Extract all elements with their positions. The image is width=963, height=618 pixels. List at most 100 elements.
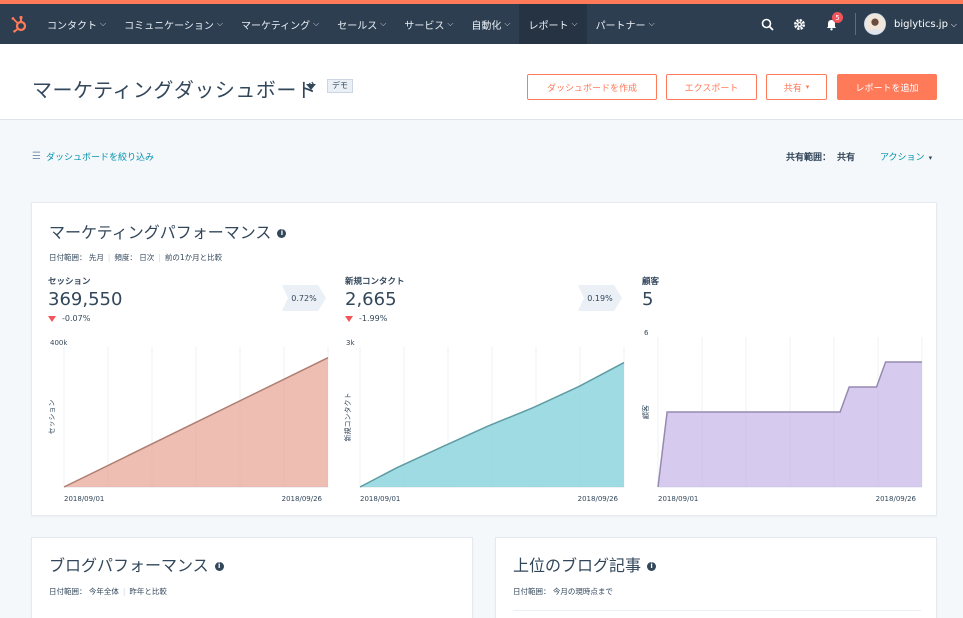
nav-item-conversations[interactable]: コミュニケーション ⌵: [115, 4, 232, 44]
dashboard-switch-caret-icon[interactable]: [306, 84, 316, 90]
search-icon[interactable]: [751, 4, 783, 44]
nav-item-contacts[interactable]: コンタクト ⌵: [38, 4, 115, 44]
meta-frequency: 頻度： 日次: [114, 253, 155, 262]
share-button[interactable]: 共有 ▾: [766, 74, 827, 100]
chevron-down-icon: ⌵: [100, 19, 107, 28]
conversion-rate-value: 0.19%: [587, 293, 613, 303]
page-title[interactable]: マーケティングダッシュボード: [32, 74, 317, 103]
filter-dashboard-label: ダッシュボードを絞り込み: [45, 153, 154, 163]
info-icon[interactable]: i: [214, 562, 224, 571]
nav-item-label: 自動化: [471, 20, 502, 32]
avatar[interactable]: [864, 13, 887, 35]
x-tick-label: 2018/09/26: [876, 495, 917, 503]
info-icon[interactable]: i: [277, 229, 287, 238]
sprocket-logo-icon[interactable]: [0, 4, 38, 44]
dashboard-header: マーケティングダッシュボード デモ ダッシュボードを作成 エクスポート 共有 ▾ …: [0, 44, 963, 120]
chevron-down-icon: ⌵: [380, 19, 387, 28]
conversion-rate-chip: 0.19%: [578, 285, 622, 311]
card-meta: 日付範囲： 今月の現時点まで: [513, 586, 613, 597]
nav-item-label: セールス: [337, 20, 378, 32]
nav-item-label: コミュニケーション: [124, 20, 214, 32]
meta-compare: 昨年と比較: [129, 587, 167, 596]
info-icon[interactable]: i: [647, 562, 657, 571]
export-button[interactable]: エクスポート: [666, 74, 757, 100]
nav-item-reports[interactable]: レポート ⌵: [519, 4, 587, 44]
nav-item-label: コンタクト: [47, 20, 97, 32]
nav-divider: [855, 13, 857, 35]
table-header-divider: [513, 610, 921, 611]
blog-performance-card: ブログパフォーマンス i 日付範囲： 今年全体 | 昨年と比較: [31, 537, 473, 618]
chevron-down-icon: ⌵: [571, 19, 578, 28]
card-title: 上位のブログ記事 i: [513, 552, 657, 576]
kpi-label: 顧客: [642, 277, 660, 287]
chevron-down-icon: ⌵: [447, 19, 454, 28]
chevron-down-icon: ⌵: [504, 19, 511, 28]
kpi-value: 2,665: [345, 289, 397, 310]
nav-item-partner[interactable]: パートナー ⌵: [587, 4, 664, 44]
bell-icon[interactable]: 5: [815, 4, 847, 44]
meta-date-range: 日付範囲： 先月: [49, 253, 104, 262]
card-title-text: 上位のブログ記事: [513, 556, 642, 575]
y-tick-label: 6: [644, 329, 649, 337]
nav-item-marketing[interactable]: マーケティング ⌵: [232, 4, 328, 44]
actions-dropdown[interactable]: アクション ▾: [880, 150, 932, 163]
y-axis-label: セッション: [48, 400, 56, 435]
x-tick-label: 2018/09/01: [360, 495, 400, 503]
add-report-button[interactable]: レポートを追加: [837, 74, 937, 100]
trend-down-icon: [345, 315, 353, 322]
y-tick-label: 400k: [50, 339, 68, 347]
caret-down-icon: ▾: [928, 154, 933, 162]
y-tick-label: 3k: [346, 339, 355, 347]
filter-sliders-icon: ☰: [32, 151, 41, 162]
kpi-delta-value: -1.99%: [359, 314, 388, 323]
chevron-down-icon: ⌵: [216, 19, 223, 28]
kpi-delta: -1.99%: [345, 314, 405, 323]
demo-tag: デモ: [327, 79, 353, 93]
kpi-delta: -0.07%: [48, 314, 122, 323]
actions-label: アクション: [880, 153, 925, 163]
kpi-label: 新規コンタクト: [345, 277, 405, 287]
share-scope: 共有範囲： 共有: [786, 150, 855, 163]
card-title-text: マーケティングパフォーマンス: [49, 223, 272, 242]
nav-right-tools: 5 biglytics.jp ⌵: [751, 4, 963, 44]
nav-item-sales[interactable]: セールス ⌵: [328, 4, 395, 44]
account-menu[interactable]: biglytics.jp ⌵: [894, 19, 957, 30]
kpi-label: セッション: [48, 277, 91, 287]
new-contacts-chart: 3k 新規コンタクト 2018/09/01 2018/09/26: [343, 339, 625, 503]
card-title: マーケティングパフォーマンス i: [49, 219, 287, 243]
create-dashboard-button[interactable]: ダッシュボードを作成: [527, 74, 657, 100]
card-meta: 日付範囲： 先月 | 頻度： 日次 | 前の1か月と比較: [49, 253, 223, 262]
trend-down-icon: [48, 315, 56, 322]
meta-date-range: 日付範囲： 今年全体: [49, 587, 119, 596]
nav-item-label: サービス: [404, 20, 445, 32]
notification-badge: 5: [832, 12, 844, 23]
gear-icon[interactable]: [783, 4, 815, 44]
kpi-new-contacts: 新規コンタクト 2,665 -1.99%: [345, 275, 405, 323]
meta-date-range: 日付範囲： 今月の現時点まで: [513, 587, 613, 596]
kpi-value: 5: [642, 289, 654, 310]
sessions-chart: 400k セッション 2018/09/01 2018/09/26: [48, 339, 329, 503]
nav-item-service[interactable]: サービス ⌵: [395, 4, 462, 44]
chevron-down-icon: ⌵: [313, 19, 320, 28]
nav-item-automation[interactable]: 自動化 ⌵: [462, 4, 519, 44]
card-meta: 日付範囲： 今年全体 | 昨年と比較: [49, 587, 167, 596]
chevron-down-icon: ⌵: [950, 19, 957, 29]
customers-chart: 6 顧客 2018/09/01 2018/09/26: [641, 329, 923, 503]
kpi-customers: 顧客 5: [642, 275, 659, 310]
filter-dashboard-link[interactable]: ☰ ダッシュボードを絞り込み: [32, 150, 154, 163]
card-title: ブログパフォーマンス i: [49, 552, 224, 576]
x-tick-label: 2018/09/01: [64, 495, 104, 503]
kpi-delta-value: -0.07%: [62, 314, 91, 323]
chevron-down-icon: ⌵: [648, 19, 655, 28]
share-button-label: 共有: [783, 83, 802, 94]
y-axis-label: 顧客: [641, 405, 650, 419]
kpi-value: 369,550: [48, 289, 123, 310]
x-tick-label: 2018/09/26: [578, 495, 619, 503]
meta-compare: 前の1か月と比較: [164, 253, 223, 262]
account-name: biglytics.jp: [894, 18, 948, 30]
y-axis-label: 新規コンタクト: [343, 393, 352, 442]
card-title-text: ブログパフォーマンス: [49, 556, 209, 575]
share-scope-label: 共有範囲：: [786, 153, 832, 163]
x-tick-label: 2018/09/26: [282, 495, 323, 503]
top-blog-posts-card: 上位のブログ記事 i 日付範囲： 今月の現時点まで: [495, 537, 937, 618]
